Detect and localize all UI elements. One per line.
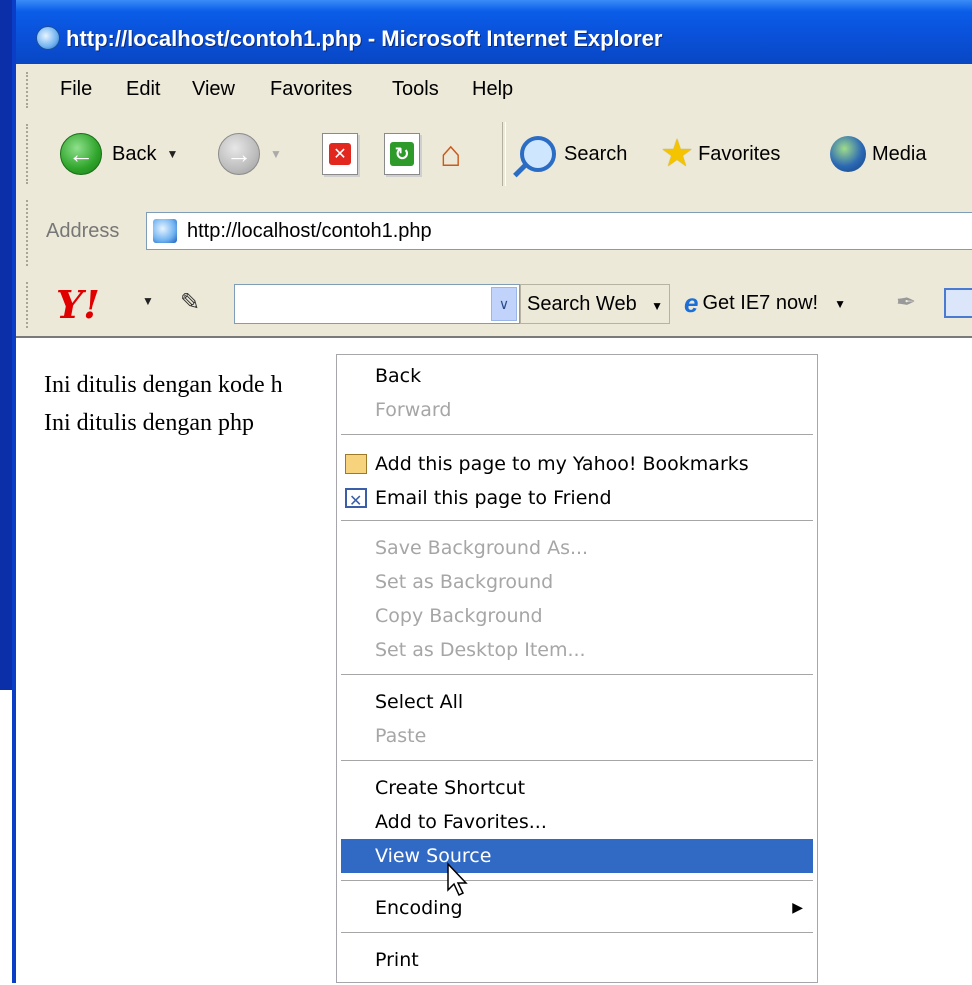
address-input[interactable]: http://localhost/contoh1.php xyxy=(146,212,972,250)
star-icon: ★ xyxy=(660,133,695,175)
menu-item-add-to-favorites[interactable]: Add to Favorites... xyxy=(337,805,817,839)
context-menu: Back Forward Add this page to my Yahoo! … xyxy=(336,354,818,983)
title-bar[interactable]: http://localhost/contoh1.php - Microsoft… xyxy=(16,0,972,64)
dropdown-arrow-icon[interactable]: ▼ xyxy=(166,147,178,161)
toolbar-grip[interactable] xyxy=(26,200,31,266)
search-label: Search xyxy=(564,142,628,165)
menu-separator xyxy=(341,932,813,936)
menu-item-set-background[interactable]: Set as Background xyxy=(337,565,817,599)
menu-favorites[interactable]: Favorites xyxy=(270,78,352,101)
forward-button[interactable]: → ▼ xyxy=(218,116,282,192)
media-label: Media xyxy=(872,142,927,165)
content-line: Ini ditulis dengan kode h xyxy=(44,372,283,398)
menu-item-view-source[interactable]: View Source xyxy=(341,839,813,873)
address-url: http://localhost/contoh1.php xyxy=(187,220,432,242)
refresh-icon: ↻ xyxy=(384,133,420,175)
mouse-cursor-icon xyxy=(447,862,468,897)
favorites-label: Favorites xyxy=(698,142,781,165)
favorites-button[interactable]: ★ Favorites xyxy=(660,116,780,192)
stop-icon: ✕ xyxy=(322,133,358,175)
ie-icon xyxy=(36,26,60,50)
dropdown-arrow-icon[interactable]: ▼ xyxy=(142,294,154,308)
window-title: http://localhost/contoh1.php - Microsoft… xyxy=(66,26,663,51)
menu-item-print[interactable]: Print xyxy=(337,943,817,977)
dropdown-arrow-icon[interactable]: ▼ xyxy=(834,297,846,311)
media-button[interactable]: Media xyxy=(830,116,926,192)
menu-bar: File Edit View Favorites Tools Help xyxy=(16,64,972,117)
menu-view[interactable]: View xyxy=(192,78,235,101)
address-bar: Address http://localhost/contoh1.php xyxy=(16,192,972,275)
dropdown-arrow-icon[interactable]: ▼ xyxy=(651,299,663,313)
submenu-arrow-icon: ▶ xyxy=(792,900,803,916)
eraser-icon[interactable]: ✒ xyxy=(896,288,916,317)
back-label: Back xyxy=(112,142,157,165)
standard-toolbar: ← Back ▼ → ▼ ✕ ↻ ⌂ Search ★ Favorites Me… xyxy=(16,116,972,193)
home-button[interactable]: ⌂ xyxy=(440,116,462,192)
search-web-button[interactable]: Search Web ▼ xyxy=(520,284,670,324)
content-line: Ini ditulis dengan php xyxy=(44,410,254,436)
home-icon: ⌂ xyxy=(440,133,462,174)
back-arrow-icon: ← xyxy=(60,133,102,175)
yahoo-search-input[interactable]: ∨ xyxy=(234,284,520,324)
yahoo-toolbar: Y! ▼ ✎ ∨ Search Web ▼ e Get IE7 now! ▼ ✒ xyxy=(16,274,972,337)
menu-item-copy-background[interactable]: Copy Background xyxy=(337,599,817,633)
menu-item-label: Add this page to my Yahoo! Bookmarks xyxy=(375,453,749,475)
menu-item-encoding[interactable]: Encoding ▶ xyxy=(337,891,817,925)
chevron-down-icon[interactable]: ∨ xyxy=(491,287,517,321)
menu-file[interactable]: File xyxy=(60,78,92,101)
refresh-button[interactable]: ↻ xyxy=(384,116,420,192)
get-ie7-button[interactable]: e Get IE7 now! ▼ xyxy=(684,288,846,319)
bookmark-icon xyxy=(345,454,367,474)
toolbar-grip[interactable] xyxy=(26,124,31,184)
menu-item-save-background[interactable]: Save Background As... xyxy=(337,531,817,565)
desktop-background xyxy=(0,690,12,983)
toolbar-separator xyxy=(502,122,506,186)
get-ie7-label: Get IE7 now! xyxy=(702,292,819,314)
menu-edit[interactable]: Edit xyxy=(126,78,160,101)
menu-item-select-all[interactable]: Select All xyxy=(337,685,817,719)
menu-item-back[interactable]: Back xyxy=(337,359,817,393)
menu-item-create-shortcut[interactable]: Create Shortcut xyxy=(337,771,817,805)
toolbar-grip[interactable] xyxy=(26,282,31,328)
menu-item-add-yahoo-bookmark[interactable]: Add this page to my Yahoo! Bookmarks xyxy=(337,447,817,481)
menu-separator xyxy=(341,880,813,884)
menu-separator xyxy=(341,674,813,678)
toolbar-window-icon[interactable] xyxy=(944,288,972,318)
pencil-icon[interactable]: ✎ xyxy=(180,288,200,317)
menu-item-set-desktop-item[interactable]: Set as Desktop Item... xyxy=(337,633,817,667)
menu-separator xyxy=(341,760,813,764)
ie-logo-icon: e xyxy=(684,288,699,318)
menu-item-forward[interactable]: Forward xyxy=(337,393,817,427)
search-web-label: Search Web xyxy=(527,292,637,315)
address-label: Address xyxy=(46,220,120,242)
dropdown-arrow-icon[interactable]: ▼ xyxy=(270,147,282,161)
menu-item-label: Encoding xyxy=(375,897,463,919)
stop-button[interactable]: ✕ xyxy=(322,116,358,192)
menu-separator xyxy=(341,434,813,438)
search-button[interactable]: Search xyxy=(520,116,627,192)
forward-arrow-icon: → xyxy=(218,133,260,175)
menu-item-email-page[interactable]: Email this page to Friend xyxy=(337,481,817,518)
menu-item-label: Email this page to Friend xyxy=(375,487,612,509)
toolbar-grip[interactable] xyxy=(26,72,31,108)
media-globe-icon xyxy=(830,136,866,172)
envelope-icon xyxy=(345,484,367,518)
yahoo-logo[interactable]: Y! xyxy=(56,282,100,327)
menu-tools[interactable]: Tools xyxy=(392,78,439,101)
menu-item-paste[interactable]: Paste xyxy=(337,719,817,753)
page-icon xyxy=(153,219,177,243)
desktop-edge xyxy=(0,0,12,690)
menu-separator xyxy=(341,520,813,524)
menu-help[interactable]: Help xyxy=(472,78,513,101)
back-button[interactable]: ← Back ▼ xyxy=(60,116,178,192)
search-icon xyxy=(520,136,556,172)
